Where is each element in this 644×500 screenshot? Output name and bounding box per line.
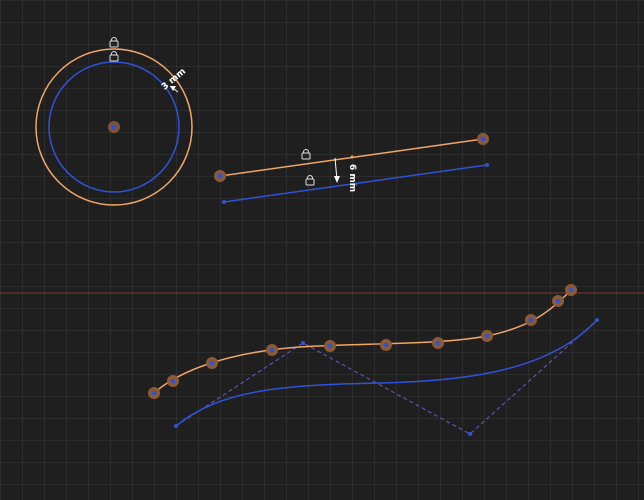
spline-control-point[interactable] (468, 432, 472, 436)
sketch-canvas[interactable]: 3 mm 6 mm (0, 0, 644, 500)
lock-icon[interactable] (109, 37, 119, 48)
source-spline[interactable] (175, 319, 598, 427)
sketch-svg[interactable]: 3 mm 6 mm (0, 0, 644, 500)
offset-line-end-point[interactable] (480, 136, 486, 142)
offset-spline[interactable] (153, 289, 572, 394)
source-spline-start-point[interactable] (174, 424, 178, 428)
spline-control-point[interactable] (301, 341, 305, 345)
circle-center-point[interactable] (111, 124, 117, 130)
line-dimension-arrow (334, 176, 340, 183)
offset-line-start-point[interactable] (217, 173, 223, 179)
spline-sketch-group[interactable] (148, 284, 599, 436)
line-dimension-label[interactable]: 6 mm (347, 164, 357, 192)
source-spline-end-point[interactable] (595, 318, 599, 322)
lock-icon[interactable] (109, 51, 119, 62)
source-line-end-point[interactable] (485, 163, 489, 167)
lock-icon[interactable] (305, 175, 315, 186)
line-sketch-group[interactable]: 6 mm (214, 133, 489, 204)
spline-control-polygon (175, 319, 598, 435)
source-line-start-point[interactable] (222, 200, 226, 204)
circle-sketch-group[interactable]: 3 mm (35, 37, 193, 206)
lock-icon[interactable] (301, 149, 311, 160)
offset-spline-fit-points[interactable] (148, 284, 577, 399)
offset-line-mid-point[interactable] (350, 155, 354, 159)
